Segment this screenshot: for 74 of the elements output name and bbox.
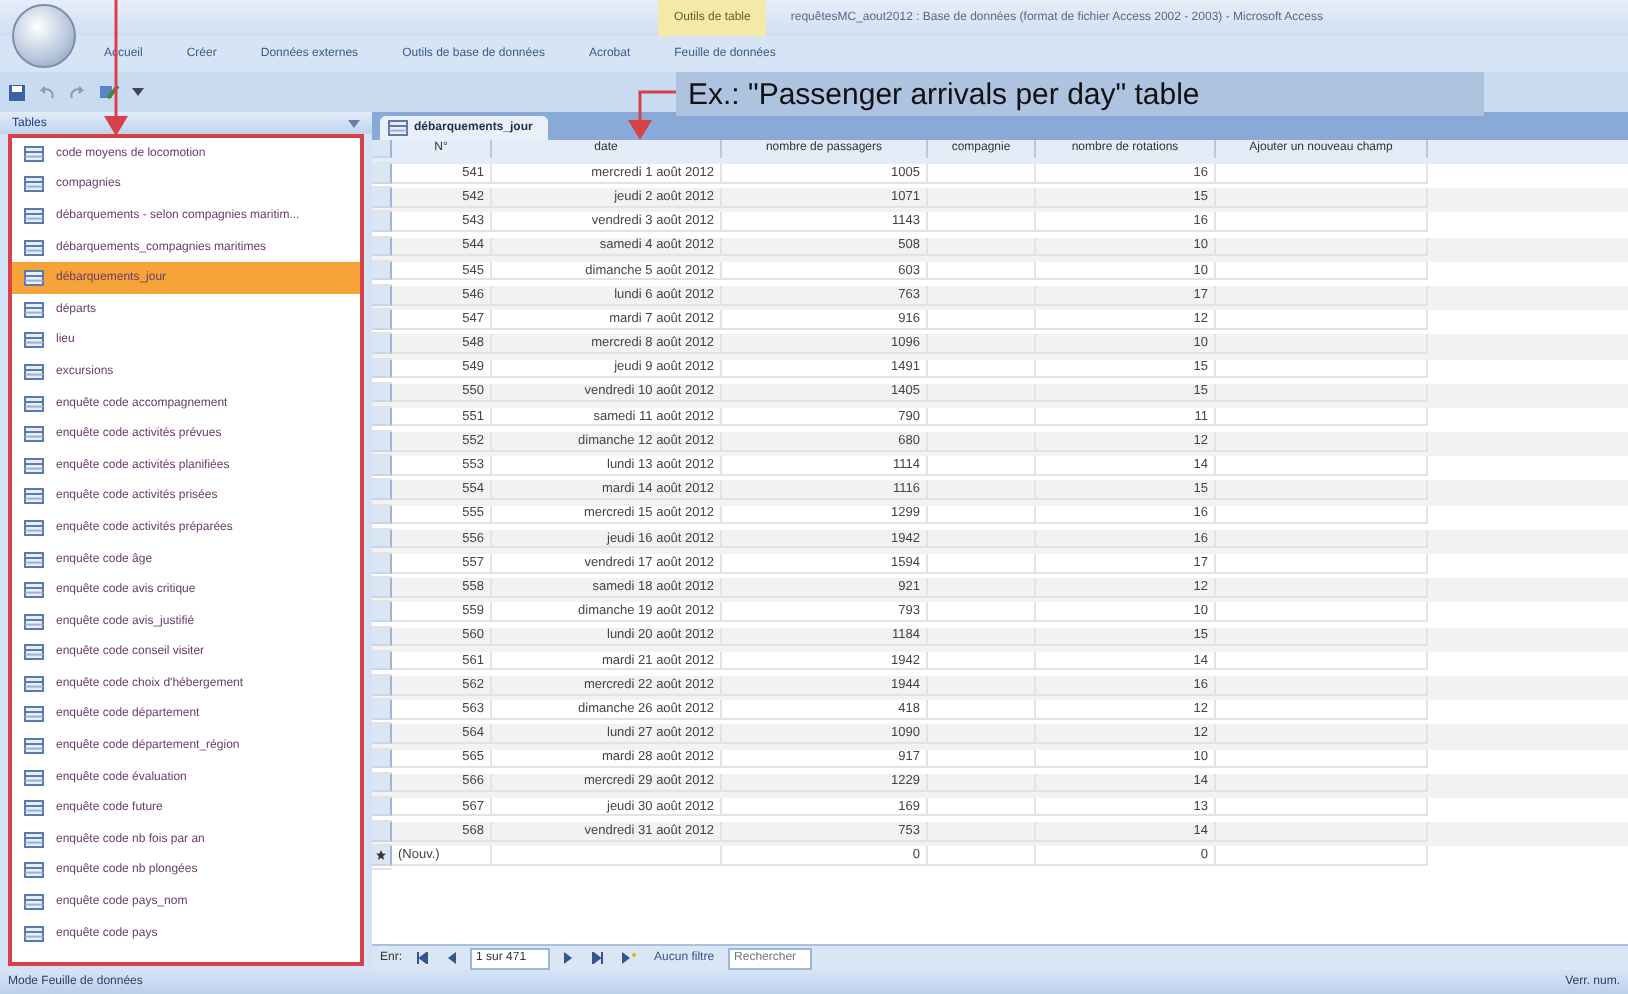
table-cell xyxy=(928,675,1036,696)
table-cell xyxy=(928,310,1036,330)
row-selector[interactable] xyxy=(372,480,392,501)
table-icon xyxy=(24,582,44,599)
annotation-callout: Ex.: "Passenger arrivals per day" table xyxy=(676,72,1484,116)
row-selector[interactable] xyxy=(372,675,392,696)
new-record-marker[interactable] xyxy=(372,846,392,866)
table-cell xyxy=(928,480,1036,501)
table-cell xyxy=(928,456,1036,476)
table-cell xyxy=(928,505,1036,525)
dropdown-icon[interactable] xyxy=(132,86,144,98)
table-cell xyxy=(928,285,1036,306)
table-cell xyxy=(928,383,1036,403)
table-cell xyxy=(928,359,1036,379)
table-icon xyxy=(24,769,44,786)
table-icon xyxy=(388,120,408,136)
table-cell xyxy=(928,724,1036,744)
table-icon xyxy=(24,395,44,412)
table-cell xyxy=(928,529,1036,549)
star-icon xyxy=(376,850,386,861)
table-cell xyxy=(928,773,1036,793)
table-icon xyxy=(24,301,44,318)
table-cell xyxy=(928,797,1036,817)
table-cell xyxy=(928,212,1036,232)
table-cell xyxy=(928,627,1036,647)
table-cell xyxy=(928,407,1036,427)
table-cell xyxy=(928,164,1036,184)
table-cell xyxy=(928,261,1036,281)
table-cell xyxy=(928,554,1036,574)
table-icon xyxy=(24,644,44,661)
table-icon xyxy=(24,207,44,224)
table-icon xyxy=(24,145,44,162)
table-cell xyxy=(928,749,1036,769)
new-record-button[interactable] xyxy=(618,952,641,964)
table-icon xyxy=(24,894,44,911)
save-icon[interactable] xyxy=(8,83,26,101)
table-icon xyxy=(24,800,44,817)
table-icon xyxy=(24,363,44,380)
table-icon xyxy=(24,239,44,256)
dropdown-icon[interactable] xyxy=(348,117,360,129)
table-cell xyxy=(928,846,1036,866)
table-icon xyxy=(24,176,44,193)
table-icon xyxy=(24,270,44,287)
tools-icon[interactable] xyxy=(98,82,120,102)
table-icon xyxy=(24,706,44,723)
table-cell xyxy=(928,432,1036,452)
table-icon xyxy=(24,551,44,568)
select-all-cell[interactable] xyxy=(372,140,392,157)
annotation-arrow xyxy=(628,90,676,140)
table-icon xyxy=(24,488,44,505)
table-icon xyxy=(24,332,44,349)
table-cell xyxy=(928,602,1036,622)
table-cell xyxy=(928,334,1036,354)
table-cell xyxy=(928,651,1036,671)
office-button[interactable] xyxy=(12,4,76,68)
table-icon xyxy=(24,831,44,848)
table-icon xyxy=(24,738,44,755)
row-selector[interactable] xyxy=(372,285,392,306)
undo-icon[interactable] xyxy=(38,83,56,101)
table-icon xyxy=(24,862,44,879)
first-record-button[interactable] xyxy=(412,952,433,964)
table-cell xyxy=(928,578,1036,598)
table-icon xyxy=(24,613,44,630)
table-cell xyxy=(928,822,1036,842)
table-cell xyxy=(928,700,1036,720)
table-icon xyxy=(24,457,44,474)
table-icon xyxy=(24,426,44,443)
table-cell xyxy=(928,237,1036,257)
redo-icon[interactable] xyxy=(68,83,86,101)
table-cell xyxy=(928,188,1036,208)
table-icon xyxy=(24,519,44,536)
last-record-button[interactable] xyxy=(588,952,609,964)
table-icon xyxy=(24,675,44,692)
table-icon xyxy=(24,925,44,942)
